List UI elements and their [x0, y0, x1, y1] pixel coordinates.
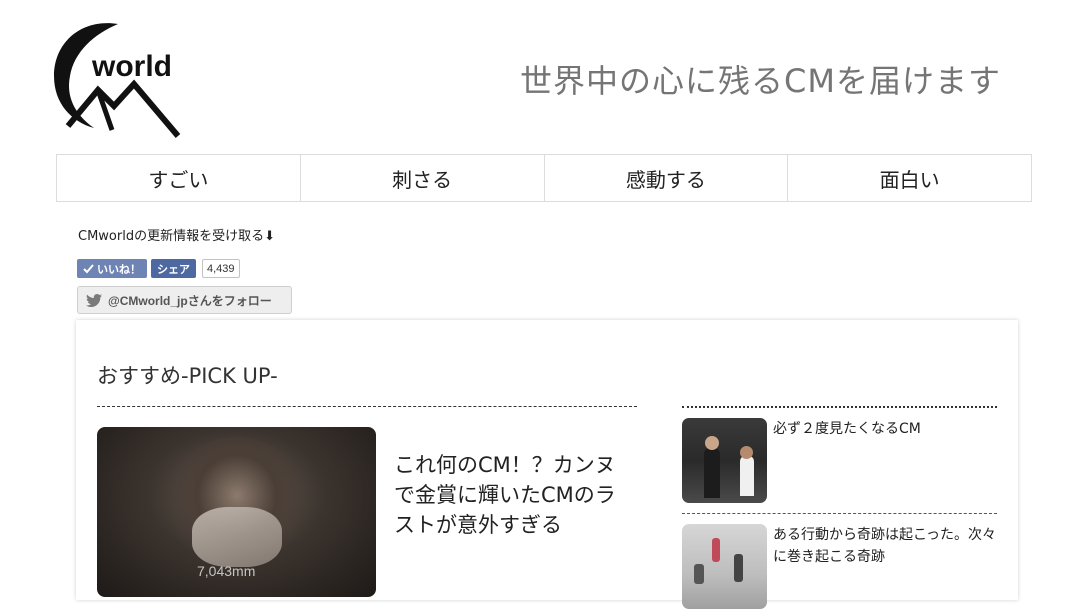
main-article-thumbnail[interactable]: 7,043mm [97, 427, 376, 597]
site-logo[interactable]: world [52, 18, 184, 142]
side-article-thumbnail[interactable] [682, 524, 767, 609]
facebook-like-button[interactable]: いいね！ [77, 259, 147, 278]
logo-text: world [91, 50, 172, 83]
checkmark-icon [83, 263, 94, 273]
twitter-follow-label: @CMworld_jpさんをフォロー [108, 293, 272, 308]
twitter-follow-button[interactable]: @CMworld_jpさんをフォロー [77, 286, 292, 314]
section-divider [97, 406, 637, 407]
side-article-thumbnail[interactable] [682, 418, 767, 503]
site-tagline: 世界中の心に残るCMを届けます [520, 62, 1001, 100]
like-label: いいね！ [97, 263, 141, 276]
like-count: 4,439 [202, 259, 240, 278]
side-article-title[interactable]: ある行動から奇跡は起こった。次々に巻き起こる奇跡 [773, 524, 998, 568]
sidebar-divider [682, 406, 997, 408]
subscribe-text: CMworldの更新情報を受け取る⬇ [78, 229, 275, 244]
nav-item-kandou[interactable]: 感動する [545, 155, 789, 201]
nav-item-sugoi[interactable]: すごい [57, 155, 301, 201]
share-label: シェア [157, 263, 190, 276]
side-article-title[interactable]: 必ず２度見たくなるCM [773, 418, 998, 440]
nav-item-sasaru[interactable]: 刺さる [301, 155, 545, 201]
facebook-buttons: いいね！ シェア 4,439 [77, 259, 240, 278]
facebook-share-button[interactable]: シェア [151, 259, 196, 278]
pickup-card: おすすめ-PICK UP- 7,043mm これ何のCM！？カンヌで金賞に輝いた… [76, 320, 1018, 609]
section-title: おすすめ-PICK UP- [97, 364, 278, 388]
twitter-bird-icon [86, 293, 102, 307]
category-nav: すごい 刺さる 感動する 面白い [56, 154, 1032, 202]
sidebar-divider [682, 513, 997, 514]
logo-mark: world [54, 23, 181, 138]
main-article-title[interactable]: これ何のCM！？カンヌで金賞に輝いたCMのラストが意外すぎる [394, 450, 629, 540]
nav-item-omoshiroi[interactable]: 面白い [788, 155, 1031, 201]
